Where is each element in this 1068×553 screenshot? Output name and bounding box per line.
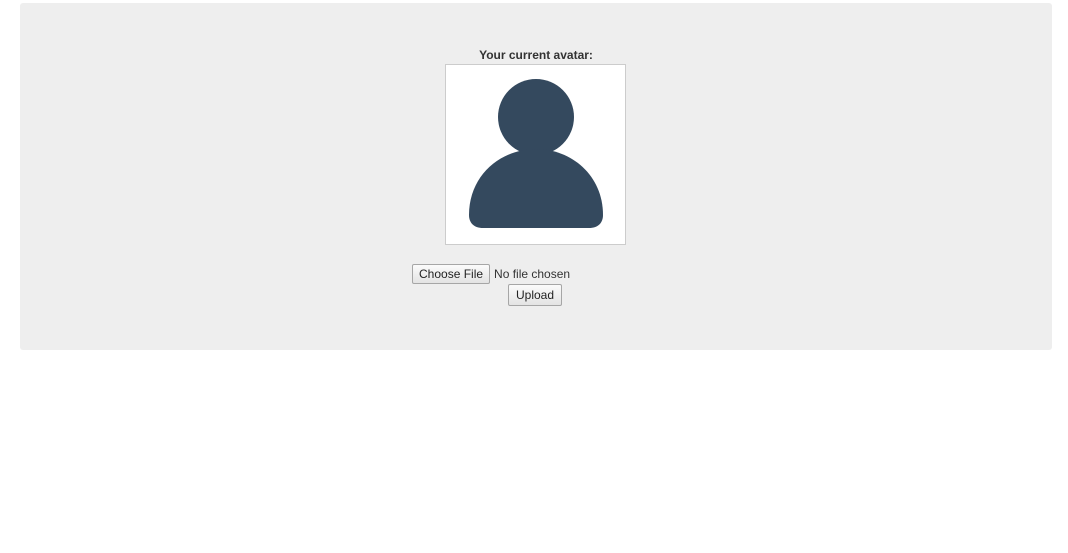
upload-button[interactable]: Upload [508, 284, 563, 306]
file-status-text: No file chosen [494, 267, 571, 281]
avatar-upload-panel: Your current avatar: Choose File No file… [20, 3, 1052, 350]
file-input[interactable]: Choose File No file chosen [412, 264, 570, 284]
avatar-title: Your current avatar: [479, 48, 593, 62]
current-avatar-image [445, 64, 626, 245]
choose-file-button[interactable]: Choose File [412, 264, 491, 284]
user-silhouette-icon [469, 79, 603, 228]
